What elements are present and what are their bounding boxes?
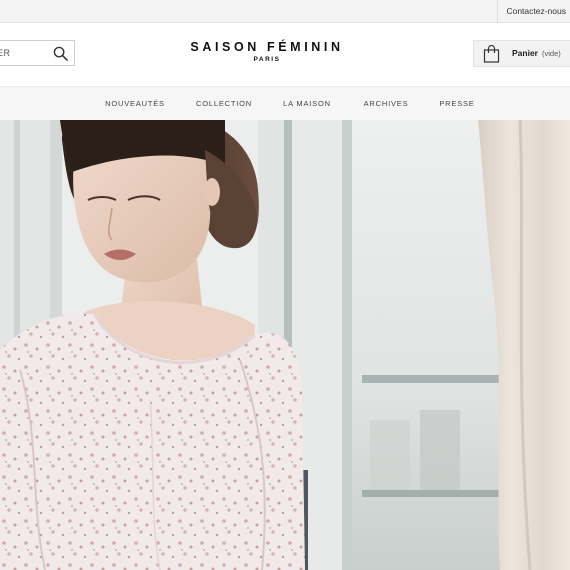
cart-button[interactable]: Panier (vide) bbox=[473, 40, 570, 67]
search-icon[interactable] bbox=[53, 46, 68, 61]
search-input[interactable]: ER bbox=[0, 41, 11, 65]
hero-banner[interactable] bbox=[0, 120, 570, 570]
logo-brand-name: SAISON FÉMININ bbox=[190, 40, 344, 54]
logo-city: PARIS bbox=[253, 56, 281, 63]
site-logo[interactable]: SAISON FÉMININ PARIS bbox=[150, 40, 384, 63]
cart-label: Panier bbox=[512, 48, 538, 58]
nav-item-presse[interactable]: PRESSE bbox=[439, 87, 474, 120]
shopping-bag-icon bbox=[483, 45, 500, 63]
top-utility-bar: Contactez-nous bbox=[0, 0, 570, 23]
search-box[interactable]: ER bbox=[0, 40, 75, 66]
nav-item-la-maison[interactable]: LA MAISON bbox=[283, 87, 331, 120]
nav-item-nouveautes[interactable]: NOUVEAUTÉS bbox=[105, 87, 165, 120]
hero-photo bbox=[0, 120, 570, 570]
nav-item-archives[interactable]: ARCHIVES bbox=[364, 87, 409, 120]
nav-item-collection[interactable]: COLLECTION bbox=[196, 87, 252, 120]
main-navigation: NOUVEAUTÉS COLLECTION LA MAISON ARCHIVES… bbox=[0, 86, 570, 120]
contact-link[interactable]: Contactez-nous bbox=[497, 0, 570, 22]
cart-status: (vide) bbox=[542, 49, 561, 58]
